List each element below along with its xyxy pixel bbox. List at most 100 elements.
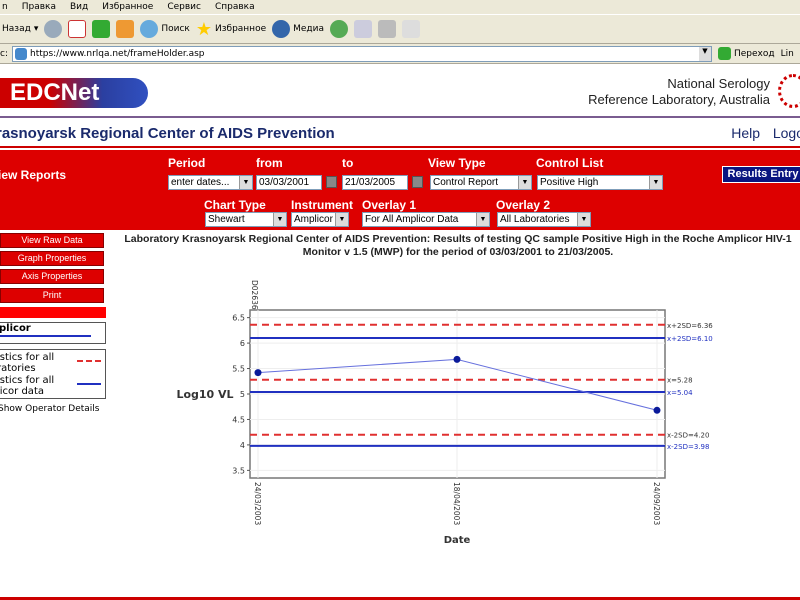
menu-bar: n Правка Вид Избранное Сервис Справка: [0, 0, 800, 14]
y-tick-label: 4.5: [232, 415, 245, 424]
legend-box: istics for all ratories istics for all lic…: [0, 349, 106, 399]
reference-label: x+2SD=6.10: [667, 335, 713, 343]
period-select[interactable]: enter dates... ▼: [168, 175, 253, 190]
legend-item: istics for all ratories: [0, 352, 105, 375]
reference-label: x=5.28: [667, 377, 693, 385]
report-controls: iew Reports Period enter dates... ▼ from …: [0, 150, 800, 230]
stop-icon[interactable]: [68, 20, 87, 38]
nrl-name: National Serology Reference Laboratory, …: [588, 76, 770, 107]
media-icon: [272, 20, 291, 38]
solid-line-icon: [77, 383, 101, 385]
search-icon: [140, 20, 159, 38]
forward-icon[interactable]: [44, 20, 63, 38]
refresh-icon[interactable]: [92, 20, 111, 38]
to-date-input[interactable]: 21/03/2005: [342, 175, 408, 190]
y-tick-label: 5.5: [232, 365, 245, 374]
axis-properties-button[interactable]: Axis Properties: [0, 269, 104, 284]
favorites-button[interactable]: ★ Избранное: [196, 19, 266, 40]
dashed-line-icon: [77, 360, 101, 362]
print-button[interactable]: Print: [0, 288, 104, 303]
mail-icon[interactable]: [354, 20, 372, 38]
menu-file[interactable]: n: [2, 0, 8, 14]
media-button[interactable]: Медиа: [272, 20, 324, 38]
menu-help[interactable]: Справка: [215, 0, 255, 14]
x-tick-label: 18/04/2003: [452, 482, 461, 525]
show-operator-checkbox[interactable]: Show Operator Details: [0, 404, 100, 414]
data-point: [453, 355, 461, 363]
help-link[interactable]: Help: [731, 125, 760, 141]
series-box: plicor: [0, 322, 106, 344]
logout-link[interactable]: Logo: [773, 125, 800, 141]
y-axis-label: Log10 VL: [176, 388, 233, 401]
control-list-label: Control List: [536, 156, 604, 170]
reference-label: x-2SD=4.20: [667, 432, 709, 440]
red-strip: [0, 307, 106, 318]
chart-type-label: Chart Type: [204, 198, 266, 212]
chevron-down-icon: ▼: [649, 176, 662, 189]
series-line: [0, 335, 91, 337]
menu-tools[interactable]: Сервис: [167, 0, 201, 14]
chevron-down-icon: ▼: [518, 176, 531, 189]
overlay2-label: Overlay 2: [496, 198, 551, 212]
edcnet-logo: EDCNet: [0, 78, 148, 108]
nrl-logo: [778, 74, 800, 108]
chevron-down-icon: ▼: [273, 213, 286, 226]
view-type-select[interactable]: Control Report ▼: [430, 175, 532, 190]
history-icon[interactable]: [330, 20, 348, 38]
go-button[interactable]: Переход: [717, 47, 775, 60]
view-raw-data-button[interactable]: View Raw Data: [0, 233, 104, 248]
overlay2-select[interactable]: All Laboratories ▼: [497, 212, 591, 227]
dropdown-icon[interactable]: ▼: [698, 46, 711, 61]
reference-label: x-2SD=3.98: [667, 443, 709, 451]
search-button[interactable]: Поиск: [140, 20, 190, 38]
chevron-down-icon: ▼: [476, 213, 489, 226]
reference-label: x=5.04: [667, 389, 693, 397]
y-tick-label: 6: [240, 339, 245, 348]
go-arrow-icon: [717, 47, 731, 60]
legend-item: istics for all licor data: [0, 375, 105, 398]
to-label: to: [342, 156, 354, 170]
instrument-select[interactable]: Amplicor ▼: [291, 212, 349, 227]
menu-favorites[interactable]: Избранное: [102, 0, 153, 14]
from-label: from: [256, 156, 283, 170]
links-button[interactable]: Lin: [781, 49, 794, 59]
overlay1-label: Overlay 1: [362, 198, 417, 212]
y-tick-label: 6.5: [232, 314, 245, 323]
plot-area: [249, 309, 666, 479]
chart-type-select[interactable]: Shewart ▼: [205, 212, 287, 227]
print-icon[interactable]: [378, 20, 396, 38]
y-tick-label: 3.5: [232, 466, 245, 475]
overlay1-select[interactable]: For All Amplicor Data ▼: [362, 212, 490, 227]
x-tick-label: 24/09/2003: [652, 482, 661, 525]
reference-label: x+2SD=6.36: [667, 322, 713, 330]
chart-title: Laboratory Krasnoyarsk Regional Center o…: [124, 233, 792, 258]
y-tick-label: 5: [240, 390, 245, 399]
back-button[interactable]: Назад ▾: [2, 24, 38, 34]
period-label: Period: [168, 156, 206, 170]
control-list-select[interactable]: Positive High ▼: [537, 175, 663, 190]
address-bar: c: https://www.nrlqa.net/frameHolder.asp…: [0, 44, 800, 64]
series-line: [257, 358, 658, 411]
menu-view[interactable]: Вид: [70, 0, 88, 14]
view-reports-label: iew Reports: [0, 168, 67, 182]
y-tick-label: 4: [240, 441, 245, 450]
calendar-icon[interactable]: [326, 176, 337, 188]
edit-icon[interactable]: [402, 20, 420, 38]
from-date-input[interactable]: 03/03/2001: [256, 175, 322, 190]
calendar-icon[interactable]: [412, 176, 423, 188]
results-entry-button[interactable]: Results Entry: [722, 166, 800, 183]
chevron-down-icon: ▼: [239, 176, 252, 189]
site-header: EDCNet National Serology Reference Labor…: [0, 66, 800, 118]
data-point: [653, 406, 661, 414]
x-tick-label: 24/03/2003: [253, 482, 262, 525]
top-label: D02636: [250, 280, 259, 310]
instrument-label: Instrument: [291, 198, 354, 212]
menu-edit[interactable]: Правка: [22, 0, 56, 14]
chevron-down-icon: ▼: [577, 213, 590, 226]
chevron-down-icon: ▼: [335, 213, 348, 226]
home-icon[interactable]: [116, 20, 135, 38]
address-input[interactable]: https://www.nrlqa.net/frameHolder.asp ▼: [11, 45, 712, 62]
graph-properties-button[interactable]: Graph Properties: [0, 251, 104, 266]
star-icon: ★: [195, 18, 212, 40]
data-point: [254, 369, 262, 377]
